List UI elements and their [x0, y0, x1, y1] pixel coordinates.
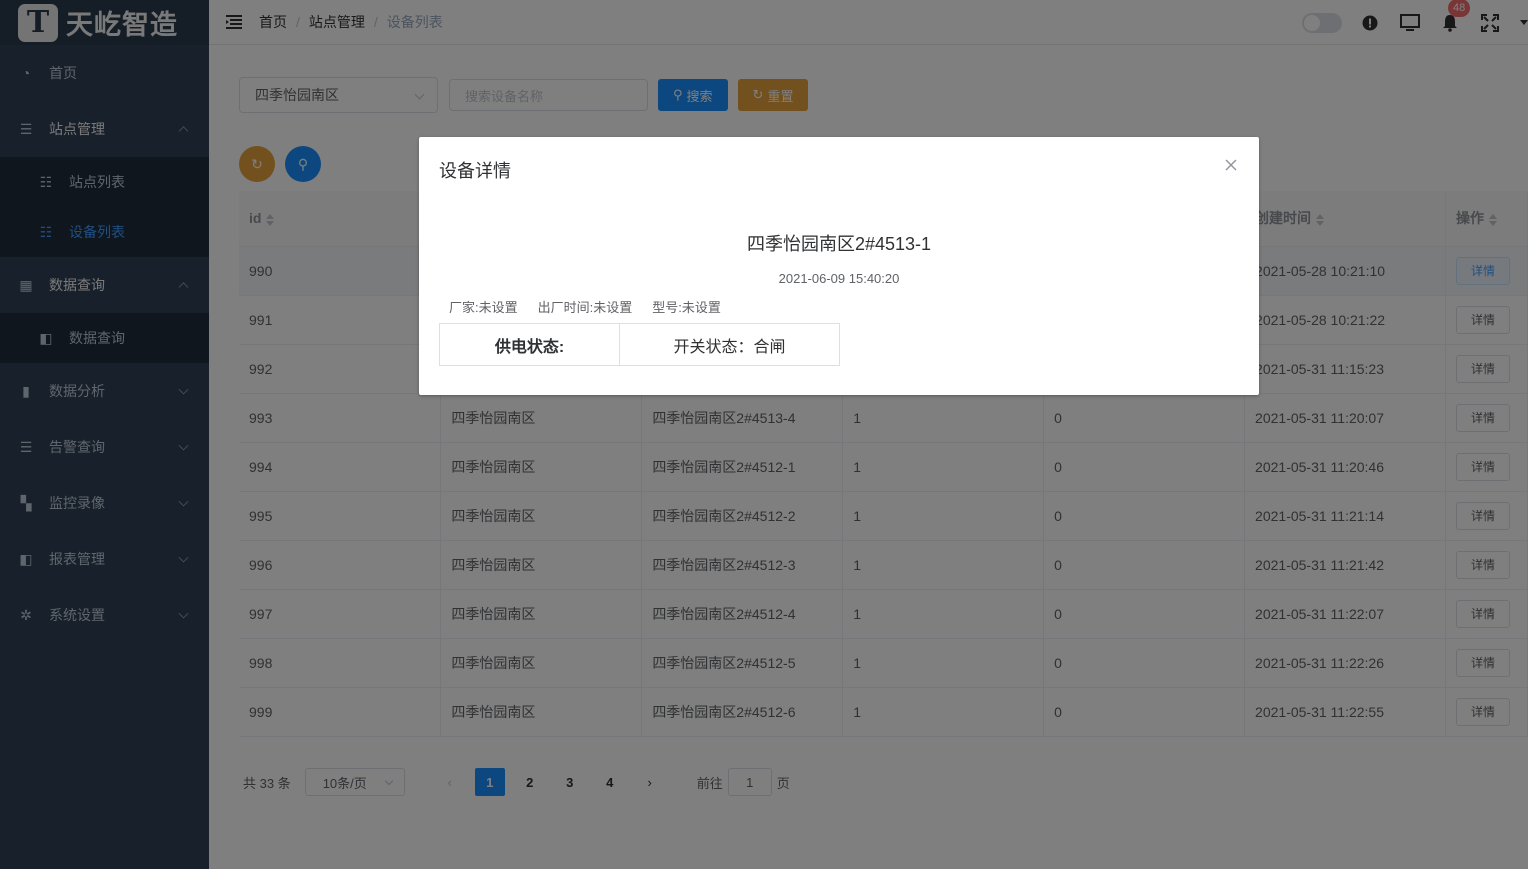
device-timestamp: 2021-06-09 15:40:20	[778, 271, 900, 286]
close-icon[interactable]	[1225, 155, 1237, 176]
device-name: 四季怡园南区2#4513-1	[746, 234, 932, 254]
manufacture-date-label: 出厂时间:未设置	[537, 300, 633, 315]
switch-status-value: 开关状态：合闸	[619, 323, 840, 366]
manufacturer-label: 厂家:未设置	[449, 300, 518, 315]
device-meta: 厂家:未设置 出厂时间:未设置 型号:未设置	[449, 297, 741, 316]
model-label: 型号:未设置	[652, 300, 721, 315]
power-status-label: 供电状态:	[439, 323, 620, 366]
modal-overlay[interactable]	[0, 0, 1528, 869]
status-table: 供电状态: 开关状态：合闸	[439, 323, 840, 366]
dialog-title: 设备详情	[439, 161, 511, 181]
device-detail-dialog: 设备详情 四季怡园南区2#4513-1 2021-06-09 15:40:20 …	[419, 137, 1259, 395]
